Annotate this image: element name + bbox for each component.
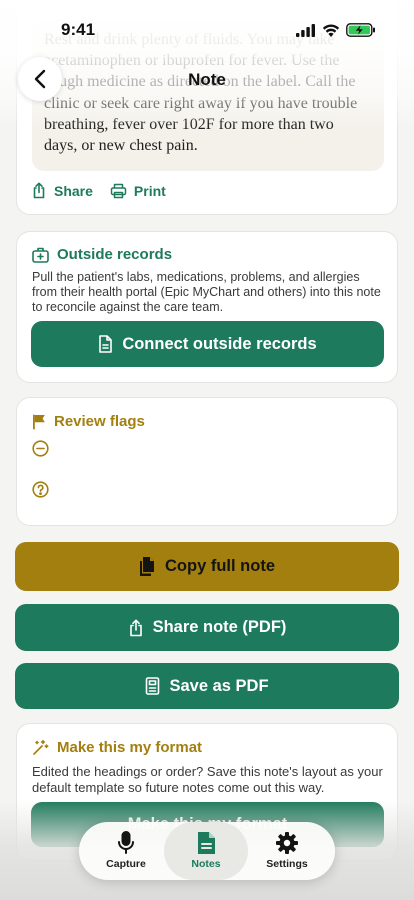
review-flag-item (32, 481, 49, 503)
format-card-title: Make this my format (57, 739, 203, 756)
status-bar: 9:41 (0, 0, 414, 54)
print-button[interactable]: Print (110, 183, 166, 199)
save-as-pdf-label: Save as PDF (169, 676, 269, 695)
document-icon (197, 832, 215, 854)
tab-capture-label: Capture (106, 858, 146, 870)
copy-full-note-label: Copy full note (165, 557, 275, 575)
status-time: 9:41 (61, 20, 96, 39)
note-actions: Share Print (31, 182, 183, 199)
question-circle-icon (32, 481, 49, 498)
outside-records-header: Outside records (32, 246, 172, 263)
flag-icon (33, 414, 45, 429)
format-card-description: Edited the headings or order? Save this … (32, 764, 383, 795)
tab-settings[interactable]: Settings (245, 822, 329, 880)
outside-records-title: Outside records (57, 246, 173, 263)
microphone-icon (118, 831, 134, 854)
tab-bar: Capture Notes Settings (79, 822, 335, 880)
cellular-signal-icon (296, 23, 315, 37)
outside-records-description: Pull the patient's labs, medications, pr… (32, 270, 381, 314)
battery-charging-icon (346, 23, 375, 37)
share-note-pdf-button[interactable]: Share note (PDF) (15, 604, 399, 651)
magic-wand-icon (33, 739, 49, 755)
print-label: Print (133, 182, 166, 199)
review-flags-title: Review flags (54, 413, 145, 430)
tab-settings-label: Settings (266, 858, 308, 870)
status-icons (290, 23, 376, 37)
tab-notes[interactable]: Notes (164, 822, 248, 880)
connect-outside-records-label: Connect outside records (122, 334, 317, 353)
outside-records-card: Outside records Pull the patient's labs,… (16, 231, 398, 383)
note-line: clinic or seek care right away if you ha… (44, 94, 358, 112)
tab-notes-label: Notes (191, 858, 221, 870)
connect-outside-records-button[interactable]: Connect outside records (31, 321, 384, 367)
document-icon (99, 335, 113, 353)
gear-icon (276, 832, 298, 854)
note-line: days, or new chest pain. (44, 137, 198, 155)
page-title: Note (188, 70, 226, 89)
share-note-pdf-label: Share note (PDF) (152, 618, 287, 636)
copy-full-note-button[interactable]: Copy full note (15, 542, 399, 591)
minus-circle-icon (32, 440, 49, 457)
note-line: breathing, fever over 102F for more than… (44, 115, 334, 133)
share-icon (129, 619, 142, 636)
note-screen: Rest and drink plenty of fluids. You may… (0, 0, 414, 900)
medical-kit-icon (32, 247, 49, 263)
tab-capture[interactable]: Capture (84, 822, 168, 880)
wifi-icon (322, 23, 340, 37)
copy-icon (140, 556, 154, 576)
printer-icon (110, 183, 127, 198)
review-flag-item (32, 440, 49, 462)
review-flags-header: Review flags (32, 413, 145, 430)
share-button[interactable]: Share (31, 182, 93, 199)
share-label: Share (54, 182, 93, 199)
format-card-header: Make this my format (32, 739, 202, 756)
review-flags-card: Review flags (16, 397, 398, 526)
save-as-pdf-button[interactable]: Save as PDF (15, 663, 399, 709)
save-pdf-icon (146, 677, 160, 695)
share-icon (33, 182, 45, 199)
